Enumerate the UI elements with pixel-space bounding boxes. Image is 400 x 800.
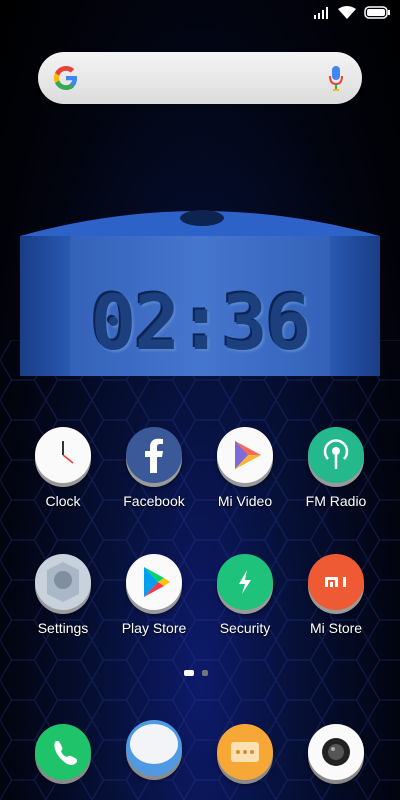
page-indicator	[184, 670, 208, 676]
page-dot-active[interactable]	[184, 670, 194, 676]
mi-store-icon	[308, 554, 364, 610]
battery-icon	[364, 6, 390, 19]
clock-time: 02:36	[90, 278, 312, 367]
app-security[interactable]: Security	[200, 554, 290, 636]
security-icon	[217, 554, 273, 610]
phone-icon[interactable]	[35, 724, 91, 780]
settings-icon	[35, 554, 91, 610]
play-store-icon	[126, 554, 182, 610]
app-clock[interactable]: Clock	[18, 427, 108, 509]
fm-radio-icon	[308, 427, 364, 483]
app-facebook[interactable]: Facebook	[109, 427, 199, 509]
google-logo-icon	[53, 66, 77, 90]
signal-icon	[314, 6, 328, 19]
messages-icon[interactable]	[126, 720, 182, 776]
app-label: Settings	[37, 620, 89, 636]
mi-video-icon	[217, 427, 273, 483]
app-fm-radio[interactable]: FM Radio	[291, 427, 381, 509]
clock-widget[interactable]: 02:36	[20, 198, 380, 376]
app-label: Mi Store	[309, 620, 363, 636]
microphone-icon[interactable]	[328, 64, 344, 92]
app-settings[interactable]: Settings	[18, 554, 108, 636]
google-search-bar[interactable]	[38, 52, 362, 104]
clock-icon	[35, 427, 91, 483]
wifi-icon	[338, 6, 356, 19]
app-label: Facebook	[123, 493, 185, 509]
app-label: Clock	[45, 493, 81, 509]
app-play-store[interactable]: Play Store	[109, 554, 199, 636]
camera-icon[interactable]	[308, 724, 364, 780]
status-bar	[0, 0, 400, 28]
app-label: FM Radio	[305, 493, 367, 509]
page-dot[interactable]	[202, 670, 208, 676]
app-label: Play Store	[121, 620, 187, 636]
app-label: Security	[219, 620, 271, 636]
app-label: Mi Video	[217, 493, 273, 509]
app-mi-video[interactable]: Mi Video	[200, 427, 290, 509]
app-mi-store[interactable]: Mi Store	[291, 554, 381, 636]
facebook-icon	[126, 427, 182, 483]
apps-folder-icon[interactable]	[217, 724, 273, 780]
